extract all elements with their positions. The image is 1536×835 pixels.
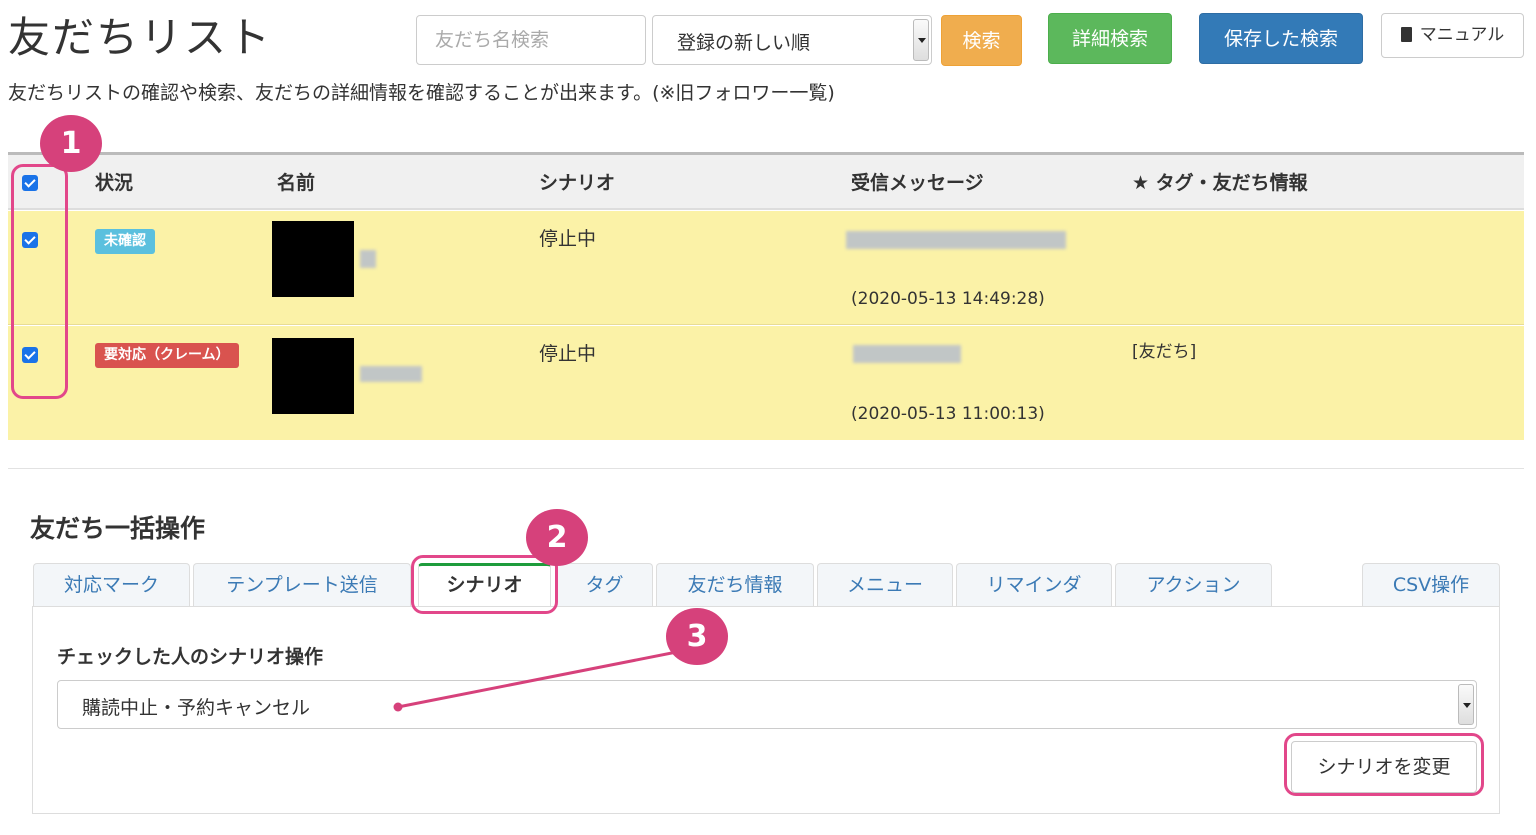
scenario-operation-select[interactable]: 購読中止・予約キャンセル <box>57 680 1477 729</box>
detail-search-button[interactable]: 詳細検索 <box>1048 13 1172 64</box>
scenario-status: 停止中 <box>539 343 597 365</box>
column-header-tags: ★ タグ・友だち情報 <box>1132 172 1308 194</box>
tab-friend-info[interactable]: 友だち情報 <box>656 563 814 607</box>
manual-button[interactable]: マニュアル <box>1381 13 1524 58</box>
blurred-name <box>360 366 422 382</box>
scenario-panel: チェックした人のシナリオ操作 購読中止・予約キャンセル シナリオを変更 <box>32 606 1500 814</box>
scenario-operation-label: チェックした人のシナリオ操作 <box>57 646 324 668</box>
tab-template-send[interactable]: テンプレート送信 <box>193 563 411 607</box>
tab-action[interactable]: アクション <box>1115 563 1272 607</box>
table-header: 状況 名前 シナリオ 受信メッセージ ★ タグ・友だち情報 <box>8 155 1524 210</box>
page-title: 友だちリスト <box>8 13 273 62</box>
avatar <box>272 221 354 297</box>
tag-label[interactable]: [友だち] <box>1132 340 1196 364</box>
book-icon <box>1400 27 1412 42</box>
bulk-operations-title: 友だち一括操作 <box>30 514 206 543</box>
tab-reminder[interactable]: リマインダ <box>956 563 1112 607</box>
message-timestamp: (2020-05-13 14:49:28) <box>851 289 1045 309</box>
column-header-scenario: シナリオ <box>539 172 616 194</box>
annotation-button-highlight <box>1284 733 1484 796</box>
status-badge[interactable]: 未確認 <box>95 229 155 254</box>
page-description: 友だちリストの確認や検索、友だちの詳細情報を確認することが出来ます。(※旧フォロ… <box>8 82 835 104</box>
tab-response-mark[interactable]: 対応マーク <box>33 563 190 607</box>
manual-button-label: マニュアル <box>1419 25 1505 45</box>
section-divider <box>8 468 1524 469</box>
tab-tag[interactable]: タグ <box>556 563 653 607</box>
annotation-tab-highlight <box>411 555 558 614</box>
scenario-operation-value: 購読中止・予約キャンセル <box>82 697 311 719</box>
blurred-name <box>360 250 376 268</box>
saved-search-button[interactable]: 保存した検索 <box>1199 13 1363 64</box>
annotation-marker-2: 2 <box>526 509 588 566</box>
tab-menu[interactable]: メニュー <box>817 563 953 607</box>
sort-order-value: 登録の新しい順 <box>677 32 811 54</box>
blurred-message <box>846 231 1066 249</box>
annotation-marker-3: 3 <box>666 608 728 665</box>
chevron-down-icon <box>1458 684 1474 725</box>
column-header-received-message: 受信メッセージ <box>851 172 984 194</box>
annotation-checkbox-highlight <box>11 164 68 399</box>
table-row[interactable]: 要対応（クレーム） 停止中 (2020-05-13 11:00:13) [友だち… <box>8 326 1524 440</box>
avatar <box>272 338 354 414</box>
scenario-status: 停止中 <box>539 228 597 250</box>
annotation-marker-1: 1 <box>40 115 102 172</box>
blurred-message <box>853 345 961 363</box>
search-button[interactable]: 検索 <box>941 15 1022 66</box>
table-row[interactable]: 未確認 停止中 (2020-05-13 14:49:28) <box>8 211 1524 325</box>
friend-name-search-input[interactable] <box>416 15 646 65</box>
chevron-down-icon <box>913 19 929 61</box>
column-header-status: 状況 <box>95 172 134 194</box>
message-timestamp: (2020-05-13 11:00:13) <box>851 404 1045 424</box>
column-header-name: 名前 <box>277 172 316 194</box>
sort-order-select[interactable]: 登録の新しい順 <box>652 15 932 65</box>
tab-csv[interactable]: CSV操作 <box>1362 563 1500 607</box>
status-badge[interactable]: 要対応（クレーム） <box>95 343 239 368</box>
